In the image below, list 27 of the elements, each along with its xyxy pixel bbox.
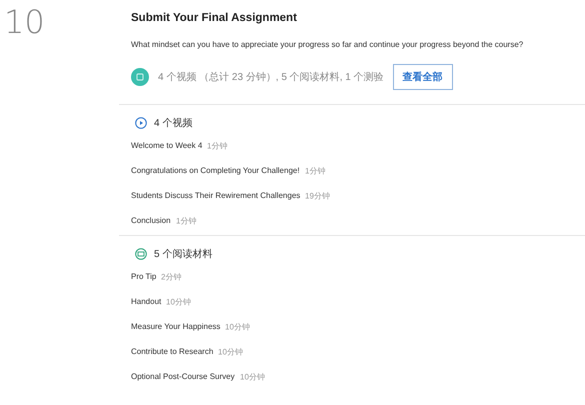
lesson-link[interactable]: Measure Your Happiness [131, 322, 220, 331]
module-icon [131, 68, 149, 86]
module-summary: 4 个视频 （总计 23 分钟）, 5 个阅读材料, 1 个测验 [158, 70, 384, 84]
lesson-duration: 10分钟 [240, 372, 264, 382]
lesson-duration: 10分钟 [225, 322, 250, 332]
lesson-link[interactable]: Congratulations on Completing Your Challenge! [131, 166, 300, 175]
view-all-button[interactable]: 查看全部 [392, 64, 453, 90]
lesson-duration: 1分钟 [176, 216, 196, 226]
lesson-link[interactable]: Pro Tip [131, 272, 156, 281]
lesson-duration: 19分钟 [305, 190, 330, 202]
assignment-title: Submit Your Final Assignment [131, 12, 297, 24]
lesson-link[interactable]: Conclusion [131, 216, 171, 225]
lesson-duration: 1分钟 [304, 166, 326, 176]
lesson-duration: 1分钟 [207, 140, 228, 152]
play-icon [135, 117, 147, 129]
description: What mindset can you have to appreciate your progress so far and continue your progress beyond the course? [131, 40, 524, 49]
lesson-duration: 10分钟 [166, 296, 192, 308]
section-heading: 5 个阅读材料 [154, 248, 212, 261]
lesson-link[interactable]: Welcome to Week 4 [131, 141, 202, 150]
week-number: 10 [4, 6, 45, 38]
lesson-duration: 10分钟 [218, 346, 244, 358]
lesson-duration: 2分钟 [161, 272, 182, 282]
lesson-link[interactable]: Optional Post-Course Survey [131, 372, 235, 381]
lesson-link[interactable]: Students Discuss Their Rewirement Challenges [131, 191, 300, 200]
lesson-link[interactable]: Contribute to Research [131, 347, 214, 356]
lesson-link[interactable]: Handout [131, 297, 162, 306]
section-heading: 4 个视频 [154, 116, 192, 130]
